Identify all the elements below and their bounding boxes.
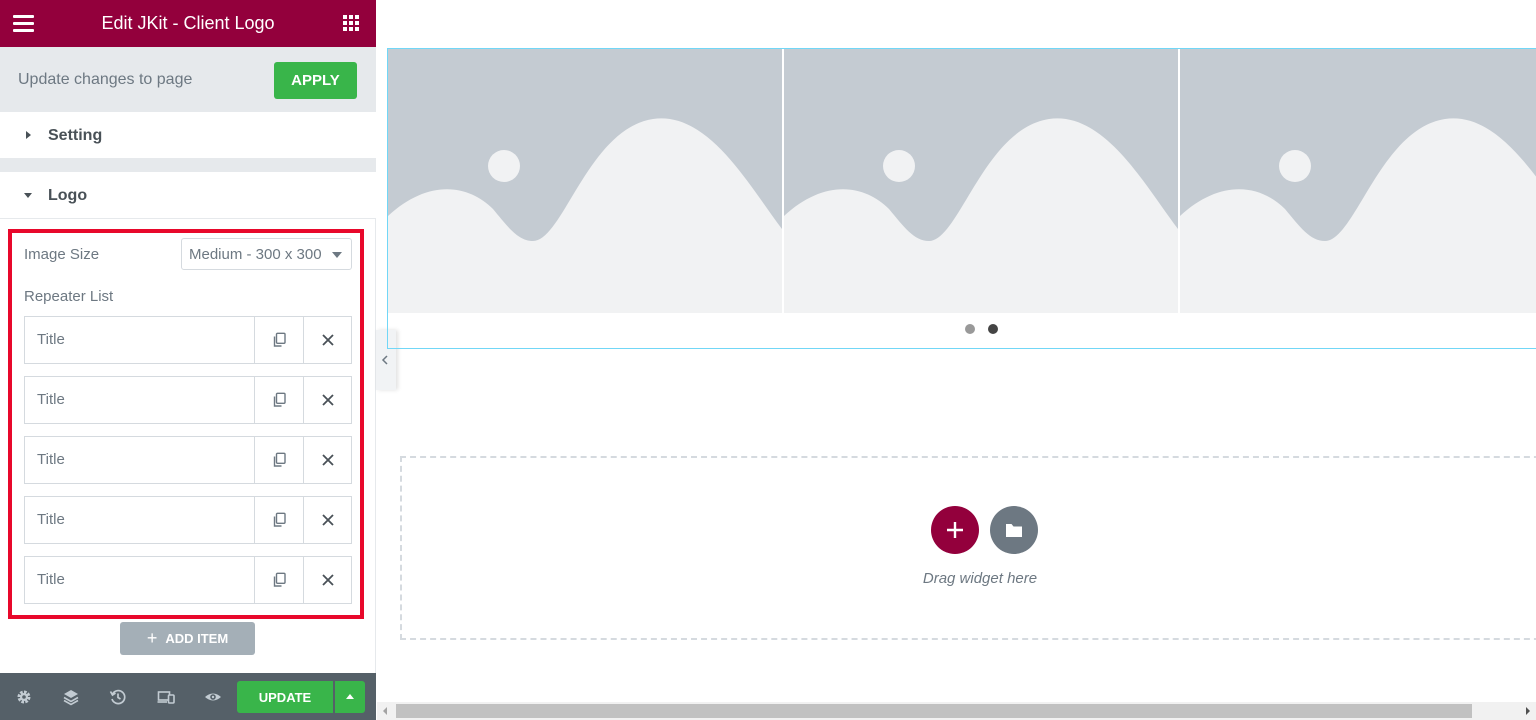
panel-title: Edit JKit - Client Logo <box>101 13 275 33</box>
repeater-item-title[interactable]: Title <box>37 317 252 363</box>
scrollbar-thumb[interactable] <box>396 704 1472 718</box>
section-logo[interactable]: Logo <box>0 172 376 219</box>
image-size-label: Image Size <box>24 246 100 263</box>
image-size-value: Medium - 300 x 300 <box>189 246 322 263</box>
carousel-slide <box>784 49 1178 313</box>
add-item-label: ADD ITEM <box>165 631 229 646</box>
plus-icon <box>947 522 963 538</box>
close-icon[interactable] <box>303 497 352 543</box>
repeater-item-title[interactable]: Title <box>37 497 252 543</box>
carousel-slide <box>388 49 782 313</box>
editor-panel: Edit JKit - Client Logo Update changes t… <box>0 0 376 720</box>
repeater-list-label: Repeater List <box>24 288 114 305</box>
apply-message: Update changes to page <box>18 71 193 88</box>
grid-icon[interactable] <box>343 15 360 32</box>
scroll-right-icon[interactable] <box>1526 707 1530 715</box>
section-divider <box>0 159 376 172</box>
close-icon[interactable] <box>303 557 352 603</box>
image-placeholder-icon <box>388 118 782 313</box>
image-placeholder-icon <box>784 118 1178 313</box>
repeater-item: Title <box>24 496 352 544</box>
add-item-button[interactable]: + ADD ITEM <box>120 622 255 655</box>
close-icon[interactable] <box>303 377 352 423</box>
history-icon[interactable] <box>108 687 128 707</box>
carousel-dot[interactable] <box>965 324 975 334</box>
chevron-down-icon <box>332 252 342 258</box>
repeater-item: Title <box>24 436 352 484</box>
carousel-dot-active[interactable] <box>988 324 998 334</box>
caret-down-icon <box>24 193 32 198</box>
duplicate-icon[interactable] <box>254 317 303 363</box>
repeater-item: Title <box>24 376 352 424</box>
carousel-slide <box>1180 49 1536 313</box>
section-setting[interactable]: Setting <box>0 112 376 159</box>
repeater-item: Title <box>24 316 352 364</box>
chevron-left-icon <box>381 355 388 365</box>
repeater-item-title[interactable]: Title <box>37 557 252 603</box>
settings-icon[interactable] <box>14 687 34 707</box>
update-button[interactable]: UPDATE <box>237 681 333 713</box>
caret-right-icon <box>26 131 31 139</box>
duplicate-icon[interactable] <box>254 497 303 543</box>
image-size-select[interactable]: Medium - 300 x 300 <box>181 238 352 270</box>
section-setting-label: Setting <box>48 127 103 144</box>
layers-icon[interactable] <box>61 687 81 707</box>
section-logo-label: Logo <box>48 187 88 204</box>
close-icon[interactable] <box>303 317 352 363</box>
apply-bar: Update changes to page APPLY <box>0 47 376 112</box>
panel-header: Edit JKit - Client Logo <box>0 0 376 47</box>
horizontal-scrollbar[interactable] <box>377 702 1536 720</box>
caret-up-icon <box>346 694 354 699</box>
repeater-item-title[interactable]: Title <box>37 377 252 423</box>
apply-button[interactable]: APPLY <box>274 62 357 99</box>
add-template-button[interactable] <box>990 506 1038 554</box>
plus-icon: + <box>146 628 158 648</box>
add-section-button[interactable] <box>931 506 979 554</box>
duplicate-icon[interactable] <box>254 437 303 483</box>
responsive-icon[interactable] <box>156 687 176 707</box>
scroll-left-icon[interactable] <box>383 707 387 715</box>
close-icon[interactable] <box>303 437 352 483</box>
repeater-item-title[interactable]: Title <box>37 437 252 483</box>
duplicate-icon[interactable] <box>254 557 303 603</box>
folder-icon <box>1006 524 1022 537</box>
repeater-item: Title <box>24 556 352 604</box>
update-options-button[interactable] <box>335 681 365 713</box>
preview-icon[interactable] <box>203 687 223 707</box>
drag-widget-text: Drag widget here <box>922 570 1038 587</box>
image-placeholder-icon <box>1180 118 1536 313</box>
duplicate-icon[interactable] <box>254 377 303 423</box>
